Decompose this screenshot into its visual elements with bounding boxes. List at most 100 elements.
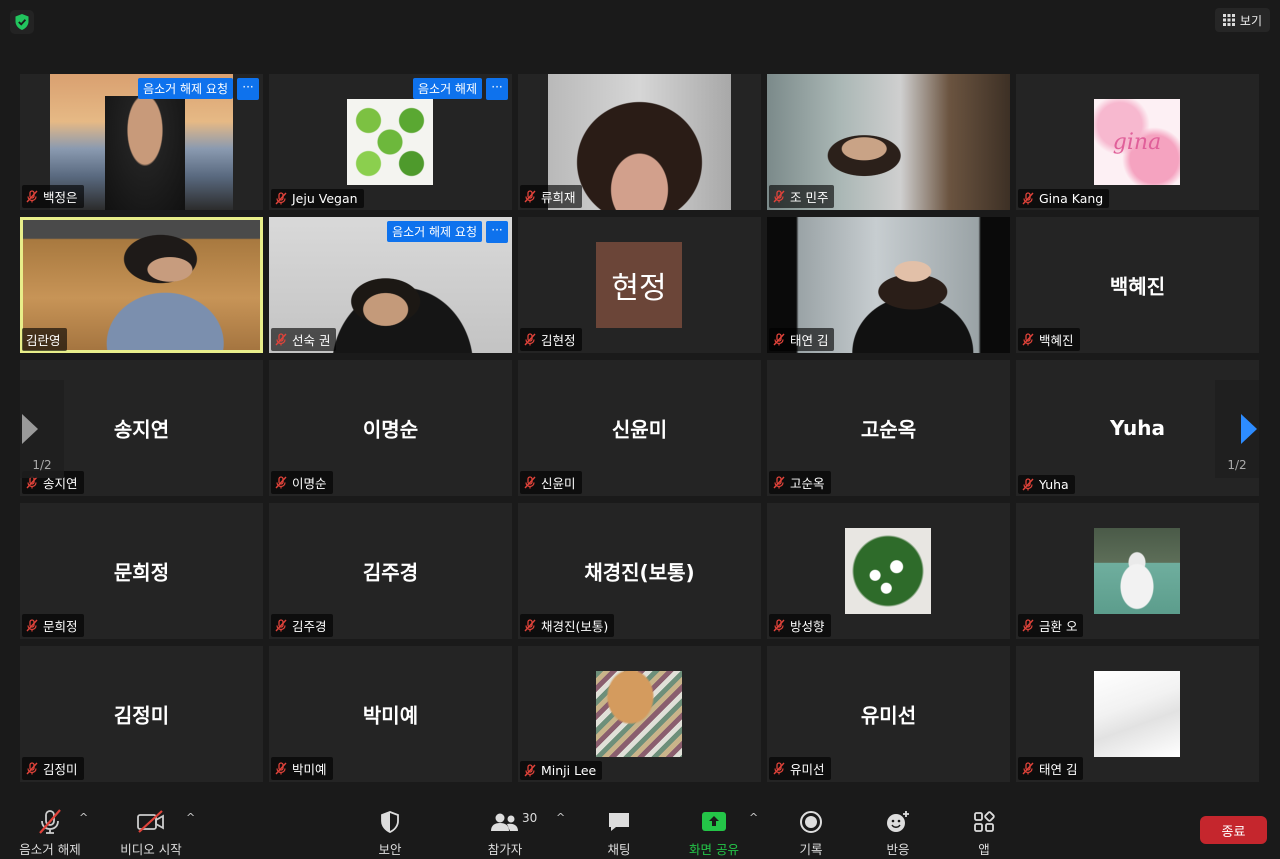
chat-bubble-icon: [609, 813, 629, 831]
reactions-button[interactable]: 반응: [873, 797, 923, 859]
participant-tile[interactable]: 태연 김: [1016, 646, 1259, 782]
participant-tile[interactable]: 유미선 유미선: [767, 646, 1010, 782]
participant-tile[interactable]: 고순옥 고순옥: [767, 360, 1010, 496]
participant-name-label: 류희재: [520, 185, 582, 208]
participant-tile[interactable]: 김정미 김정미: [20, 646, 263, 782]
participant-name-label: Gina Kang: [1018, 189, 1110, 208]
participant-tile[interactable]: 음소거 해제 ··· Jeju Vegan: [269, 74, 512, 210]
participant-avatar: [1094, 671, 1180, 757]
video-off-icon: [137, 810, 164, 833]
participant-tile[interactable]: 현정 김현정: [518, 217, 761, 353]
muted-mic-icon: [275, 333, 287, 346]
share-options-caret[interactable]: ^: [749, 811, 758, 824]
more-options-button[interactable]: ···: [486, 78, 508, 100]
participant-tile[interactable]: 채경진(보통) 채경진(보통): [518, 503, 761, 639]
participant-avatar: [347, 99, 433, 185]
unmute-badge[interactable]: 음소거 해제: [412, 78, 482, 99]
participant-tile[interactable]: 이명순 이명순: [269, 360, 512, 496]
view-label: 보기: [1239, 13, 1262, 28]
grid-icon: [1222, 14, 1235, 26]
more-options-button[interactable]: ···: [486, 221, 508, 243]
unmute-request-badge[interactable]: 음소거 해제 요청: [138, 78, 233, 99]
participant-tile-active-speaker[interactable]: 김란영: [20, 217, 263, 353]
participant-avatar: [1094, 528, 1180, 614]
muted-mic-icon: [26, 190, 38, 203]
participant-tile[interactable]: 음소거 해제 요청 ··· 백정은: [20, 74, 263, 210]
muted-mic-icon: [524, 476, 536, 489]
share-screen-button[interactable]: 화면 공유: [682, 797, 746, 859]
participant-name-label: 이명순: [271, 471, 333, 494]
reaction-smiley-icon: [887, 811, 909, 832]
participant-name-label: 김란영: [22, 328, 67, 351]
end-meeting-button[interactable]: 종료: [1200, 816, 1267, 844]
chat-button[interactable]: 채팅: [594, 797, 644, 859]
participant-display-name: 백혜진: [1109, 274, 1166, 299]
muted-mic-icon: [773, 333, 785, 346]
video-options-caret[interactable]: ^: [186, 811, 195, 824]
muted-mic-icon: [26, 762, 38, 775]
participant-name-label: 유미선: [769, 757, 831, 780]
participant-display-name: 신윤미: [611, 417, 668, 442]
muted-mic-icon: [26, 619, 38, 632]
participants-options-caret[interactable]: ^: [556, 811, 565, 824]
participant-display-name: 채경진(보통): [584, 560, 695, 585]
participant-tile[interactable]: 방성향: [767, 503, 1010, 639]
participant-tile[interactable]: gina Gina Kang: [1016, 74, 1259, 210]
participants-count: 30: [522, 811, 538, 825]
participant-name-label: 태연 김: [1018, 757, 1084, 780]
participant-tile[interactable]: 박미예 박미예: [269, 646, 512, 782]
participant-video: [105, 96, 185, 210]
record-icon: [800, 811, 822, 833]
participant-name-label: 조 민주: [769, 185, 835, 208]
share-screen-label: 화면 공유: [689, 842, 739, 857]
participant-tile[interactable]: Minji Lee: [518, 646, 761, 782]
participant-name-label: 문희정: [22, 614, 84, 637]
participant-display-name: 고순옥: [860, 417, 917, 442]
muted-mic-icon: [524, 764, 536, 777]
participant-tile[interactable]: 금환 오: [1016, 503, 1259, 639]
participant-name-label: 채경진(보통): [520, 614, 615, 637]
muted-mic-icon: [1022, 762, 1034, 775]
muted-mic-icon: [773, 619, 785, 632]
next-page-button[interactable]: 1/2: [1215, 380, 1259, 478]
participant-tile[interactable]: 조 민주: [767, 74, 1010, 210]
unmute-request-badge[interactable]: 음소거 해제 요청: [387, 221, 482, 242]
participant-name-label: 금환 오: [1018, 614, 1084, 637]
participant-tile[interactable]: 태연 김: [767, 217, 1010, 353]
muted-mic-icon: [524, 619, 536, 632]
participant-display-name: 이명순: [362, 417, 419, 442]
muted-mic-icon: [1022, 619, 1034, 632]
participant-tile[interactable]: 류희재: [518, 74, 761, 210]
more-options-button[interactable]: ···: [237, 78, 259, 100]
participant-tile[interactable]: 백혜진 백혜진: [1016, 217, 1259, 353]
participant-name-label: 방성향: [769, 614, 831, 637]
view-button[interactable]: 보기: [1214, 8, 1270, 32]
apps-button[interactable]: 앱: [959, 797, 1009, 859]
previous-page-button[interactable]: 1/2: [20, 380, 64, 478]
participant-tile[interactable]: 김주경 김주경: [269, 503, 512, 639]
participant-tile[interactable]: 신윤미 신윤미: [518, 360, 761, 496]
record-label: 기록: [799, 842, 823, 857]
participant-display-name: 김정미: [113, 703, 170, 728]
participant-gallery: 음소거 해제 요청 ··· 백정은 음소거 해제 ··· Jeju Vegan …: [20, 74, 1260, 784]
muted-mic-icon: [275, 619, 287, 632]
security-button[interactable]: 보안: [365, 797, 415, 859]
participant-tile[interactable]: 음소거 해제 요청 ··· 선숙 권: [269, 217, 512, 353]
audio-options-caret[interactable]: ^: [79, 811, 88, 824]
muted-mic-icon: [1022, 192, 1034, 205]
shield-icon: [381, 811, 399, 833]
record-button[interactable]: 기록: [786, 797, 836, 859]
muted-mic-icon: [524, 333, 536, 346]
participant-name-label: Yuha: [1018, 475, 1075, 494]
participant-tile[interactable]: 문희정 문희정: [20, 503, 263, 639]
participant-avatar: [596, 671, 682, 757]
unmute-button[interactable]: 음소거 해제: [14, 797, 86, 859]
participant-name-label: 선숙 권: [271, 328, 337, 351]
security-shield-icon[interactable]: [10, 10, 34, 34]
participant-name-label: Minji Lee: [520, 761, 603, 780]
participant-name-label: Jeju Vegan: [271, 189, 364, 208]
start-video-button[interactable]: 비디오 시작: [112, 797, 190, 859]
apps-icon: [974, 811, 995, 832]
participants-button[interactable]: 참가자: [480, 797, 530, 859]
muted-mic-icon: [773, 190, 785, 203]
